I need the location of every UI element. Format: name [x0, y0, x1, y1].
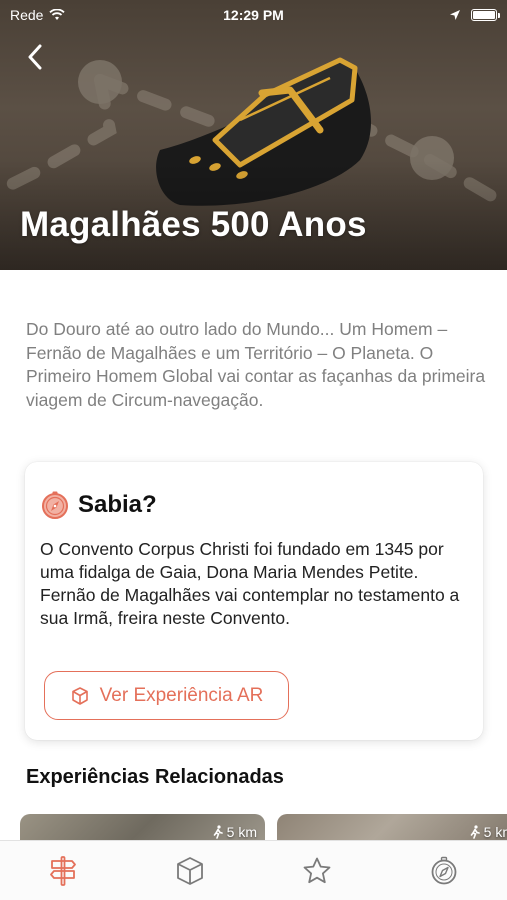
star-icon: [303, 857, 331, 883]
status-bar: Rede 12:29 PM: [0, 0, 507, 30]
card-text: O Convento Corpus Christi foi fundado em…: [40, 538, 472, 630]
status-right: [327, 9, 500, 21]
distance-label: 5 km: [483, 824, 507, 840]
cube-icon: [71, 686, 88, 705]
tab-bar: [0, 840, 507, 900]
tab-routes[interactable]: [33, 846, 93, 896]
location-arrow-icon: [450, 10, 460, 20]
compass-icon: [42, 491, 68, 519]
ver-experiencia-ar-button[interactable]: Ver Experiência AR: [44, 671, 289, 720]
status-left: Rede: [10, 7, 180, 23]
related-section-title: Experiências Relacionadas: [26, 766, 284, 788]
battery-icon: [471, 9, 500, 21]
chevron-left-icon: [28, 44, 42, 70]
status-time: 12:29 PM: [223, 7, 284, 23]
page-title: Magalhães 500 Anos: [20, 205, 367, 244]
tab-ar[interactable]: [160, 846, 220, 896]
fact-card: Sabia? O Convento Corpus Christi foi fun…: [25, 462, 483, 740]
card-text-paragraph-1: O Convento Corpus Christi foi fundado em…: [40, 539, 444, 582]
card-text-paragraph-2: Fernão de Magalhães vai contemplar no te…: [40, 585, 460, 628]
ar-button-label: Ver Experiência AR: [99, 684, 264, 706]
cube-icon: [177, 856, 204, 885]
signpost-icon: [50, 855, 77, 886]
carrier-label: Rede: [10, 7, 44, 23]
description-text: Do Douro até ao outro lado do Mundo... U…: [26, 319, 486, 410]
walking-icon: [213, 825, 223, 839]
distance-badge: 5 km: [212, 824, 257, 840]
wifi-icon: [49, 9, 66, 20]
tab-explore[interactable]: [414, 846, 474, 896]
distance-label: 5 km: [226, 824, 257, 840]
tab-favorites[interactable]: [287, 846, 347, 896]
back-button[interactable]: [18, 40, 52, 74]
card-title: Sabia?: [78, 491, 157, 518]
walking-icon: [470, 825, 480, 839]
distance-badge: 5 km: [469, 824, 507, 840]
compass-icon: [431, 856, 457, 884]
card-header: Sabia?: [40, 490, 157, 520]
